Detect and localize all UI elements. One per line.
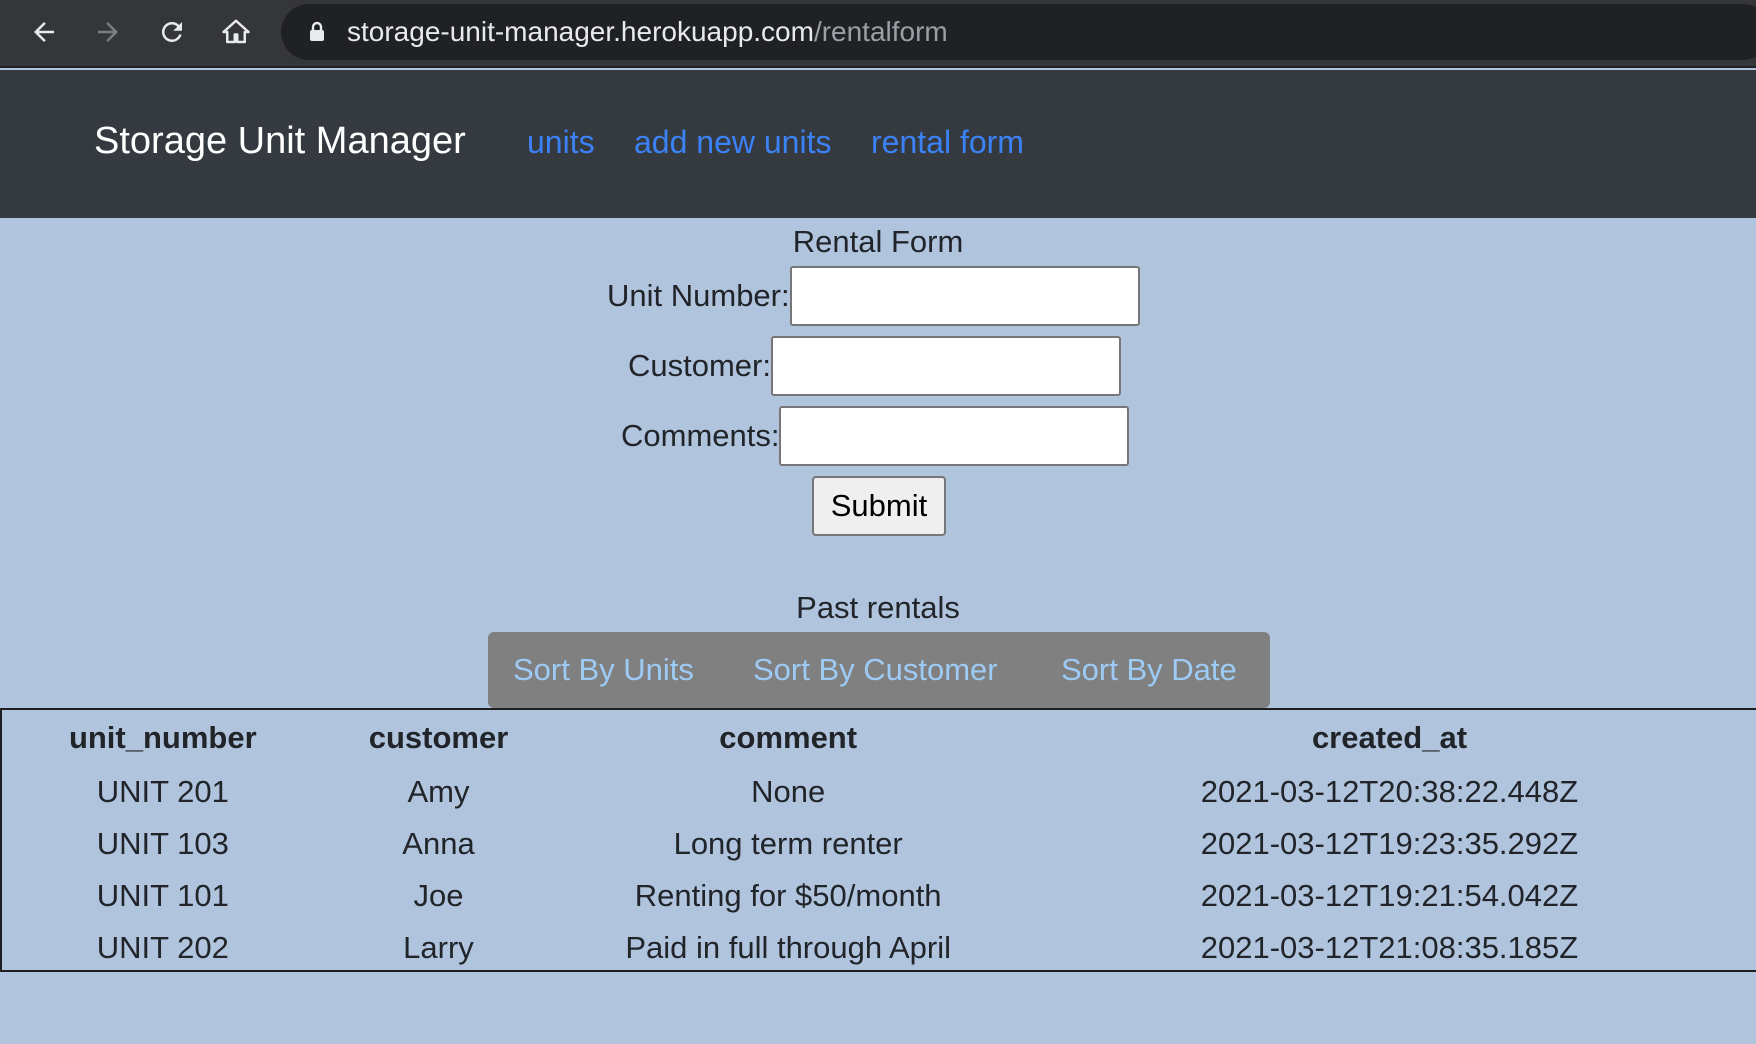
cell-created-at: 2021-03-12T19:23:35.292Z (1200, 826, 1579, 861)
url-host: storage-unit-manager.herokuapp.com (347, 16, 814, 47)
comments-input[interactable] (779, 406, 1130, 466)
reload-icon[interactable] (152, 12, 192, 52)
table-row: UNIT 201 Amy None 2021-03-12T20:38:22.44… (2, 766, 1756, 818)
customer-row: Customer: (628, 336, 1121, 396)
column-header-comment[interactable]: comment (553, 710, 1023, 766)
app-navbar: Storage Unit Manager units add new units… (0, 70, 1756, 218)
table-row: UNIT 103 Anna Long term renter 2021-03-1… (2, 818, 1756, 870)
comments-row: Comments: (621, 406, 1130, 466)
url-text: storage-unit-manager.herokuapp.com/renta… (347, 16, 948, 48)
cell-customer: Anna (402, 826, 475, 861)
column-header-unit-number[interactable]: unit_number (2, 710, 324, 766)
cell-created-at: 2021-03-12T21:08:35.185Z (1200, 930, 1579, 965)
nav-link-rental-form[interactable]: rental form (871, 124, 1024, 161)
cell-comment: None (751, 774, 826, 809)
unit-number-input[interactable] (789, 266, 1140, 326)
cell-unit-number: UNIT 201 (96, 774, 229, 809)
forward-arrow-icon[interactable] (88, 12, 128, 52)
cell-comment: Paid in full through April (625, 930, 952, 965)
sort-by-units-button[interactable]: Sort By Units (513, 652, 694, 688)
nav-link-units[interactable]: units (527, 124, 595, 161)
home-icon[interactable] (216, 12, 256, 52)
cell-unit-number: UNIT 202 (96, 930, 229, 965)
sort-toolbar: Sort By Units Sort By Customer Sort By D… (488, 632, 1270, 708)
cell-created-at: 2021-03-12T19:21:54.042Z (1200, 878, 1579, 913)
past-rentals-title: Past rentals (796, 590, 960, 625)
form-title: Rental Form (792, 224, 964, 259)
cell-unit-number: UNIT 103 (96, 826, 229, 861)
table-row: UNIT 202 Larry Paid in full through Apri… (2, 922, 1756, 974)
cell-customer: Larry (403, 930, 474, 965)
browser-toolbar: storage-unit-manager.herokuapp.com/renta… (0, 0, 1756, 68)
customer-label: Customer: (628, 348, 771, 383)
cell-comment: Long term renter (673, 826, 903, 861)
url-path: /rentalform (813, 16, 948, 47)
comments-label: Comments: (621, 418, 780, 453)
cell-unit-number: UNIT 101 (96, 878, 229, 913)
sort-by-date-button[interactable]: Sort By Date (1061, 652, 1237, 688)
cell-comment: Renting for $50/month (634, 878, 942, 913)
rentals-table: unit_number customer comment created_at … (0, 708, 1756, 972)
brand-title[interactable]: Storage Unit Manager (94, 120, 466, 163)
unit-number-row: Unit Number: (607, 266, 1140, 326)
unit-number-label: Unit Number: (607, 278, 790, 313)
column-header-customer[interactable]: customer (324, 710, 554, 766)
lock-icon[interactable] (305, 20, 329, 44)
cell-customer: Amy (407, 774, 470, 809)
submit-button[interactable]: Submit (812, 476, 946, 536)
address-bar[interactable]: storage-unit-manager.herokuapp.com/renta… (281, 4, 1756, 60)
sort-by-customer-button[interactable]: Sort By Customer (753, 652, 998, 688)
back-arrow-icon[interactable] (24, 12, 64, 52)
column-header-created-at[interactable]: created_at (1023, 710, 1756, 766)
table-header-row: unit_number customer comment created_at (2, 710, 1756, 766)
cell-customer: Joe (413, 878, 464, 913)
nav-link-add-new-units[interactable]: add new units (634, 124, 831, 161)
table-row: UNIT 101 Joe Renting for $50/month 2021-… (2, 870, 1756, 922)
customer-input[interactable] (770, 336, 1121, 396)
cell-created-at: 2021-03-12T20:38:22.448Z (1200, 774, 1579, 809)
